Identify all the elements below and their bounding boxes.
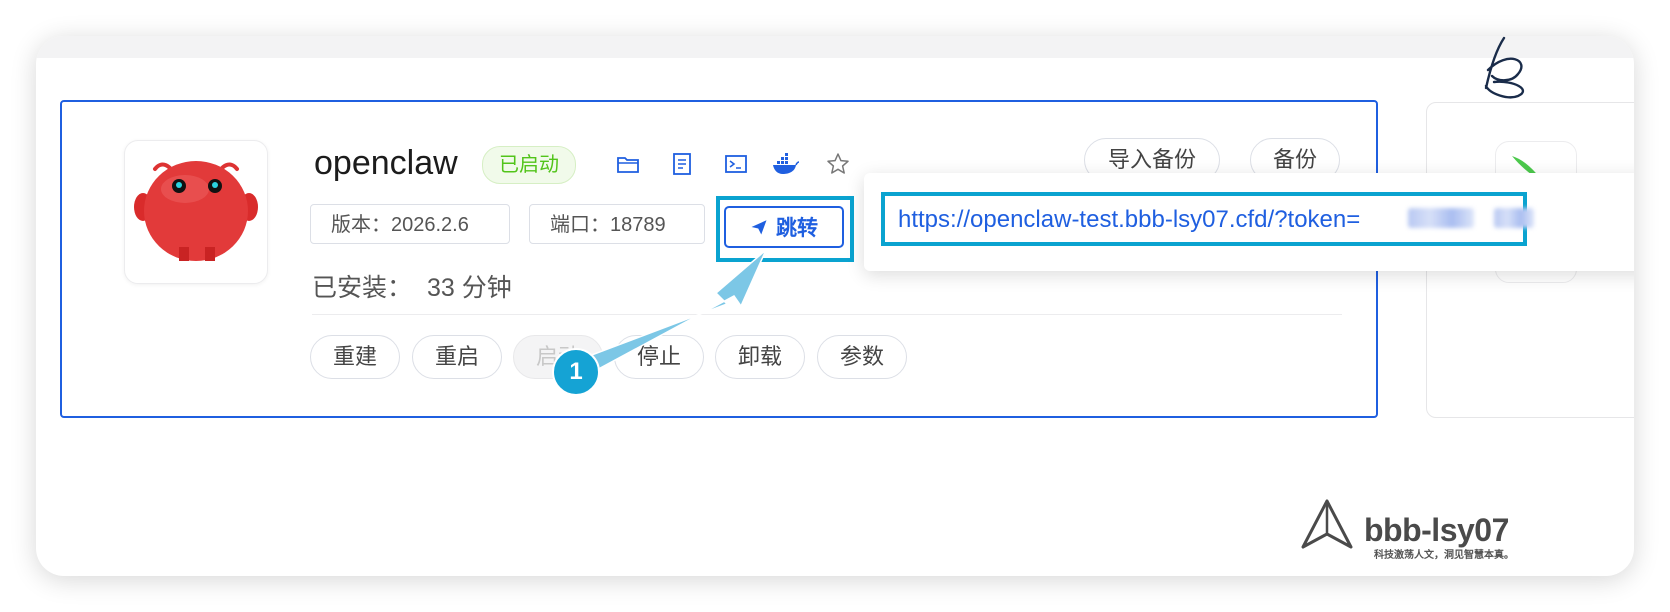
brand-slogan: 科技激荡人文，洞见智慧本真。 xyxy=(1374,550,1514,561)
window-frame: openclaw 已启动 导入备份 备份 版本：2026.2.6 端口：1878… xyxy=(36,36,1634,576)
redacted-token xyxy=(1408,208,1474,228)
app-url-link[interactable]: https://openclaw-test.bbb-lsy07.cfd/?tok… xyxy=(898,206,1360,234)
brand-name: bbb-lsy07 xyxy=(1364,512,1509,548)
callout-arrow xyxy=(579,249,767,374)
annotation-number-badge: 1 xyxy=(552,348,600,396)
brand-logo-icon xyxy=(1301,499,1353,549)
redacted-token xyxy=(1494,208,1534,228)
